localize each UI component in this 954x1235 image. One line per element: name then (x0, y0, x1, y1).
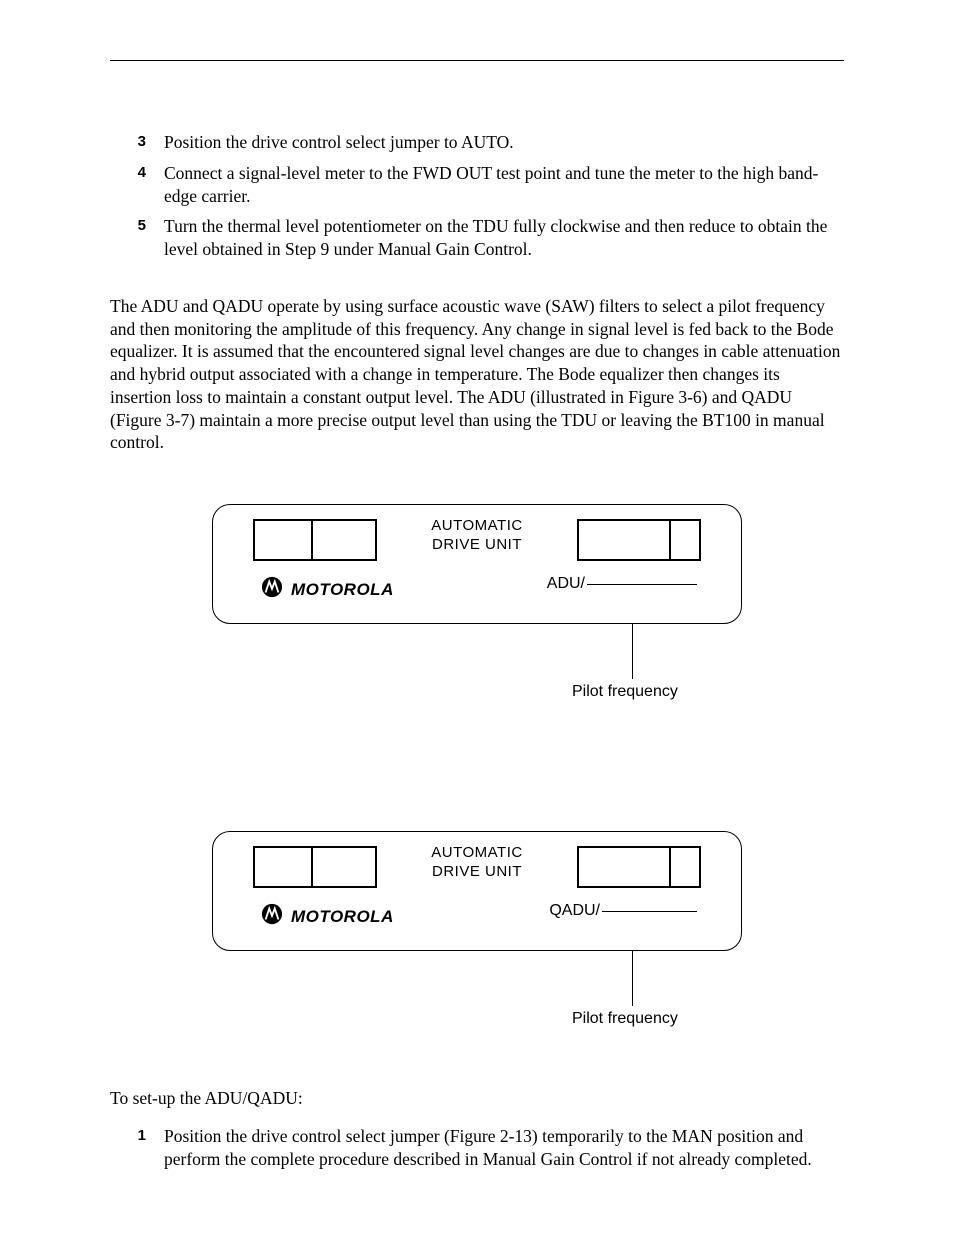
leader-line (632, 951, 633, 1006)
list-item: 5 Turn the thermal level potentiometer o… (132, 215, 844, 261)
step-number: 4 (132, 162, 146, 181)
qadu-panel: AUTOMATIC DRIVE UNIT MOTOROLA QADU/ (212, 831, 742, 951)
panel-title-line2: DRIVE UNIT (432, 863, 522, 880)
body-paragraph: The ADU and QADU operate by using surfac… (110, 295, 844, 454)
list-item: 1 Position the drive control select jump… (132, 1125, 844, 1171)
header-rule (110, 60, 844, 61)
model-prefix: ADU/ (547, 575, 585, 592)
procedure-list-b: 1 Position the drive control select jump… (110, 1125, 844, 1171)
panel-title-line1: AUTOMATIC (431, 844, 522, 861)
panel-title: AUTOMATIC DRIVE UNIT (213, 517, 741, 555)
figure-adu: AUTOMATIC DRIVE UNIT MOTOROLA ADU/ Pilot… (212, 504, 742, 701)
panel-title-line1: AUTOMATIC (431, 517, 522, 534)
list-item: 4 Connect a signal-level meter to the FW… (132, 162, 844, 208)
figure-caption: Pilot frequency (572, 683, 742, 701)
blank-line (587, 584, 697, 585)
brand-text: MOTOROLA (291, 907, 394, 927)
model-label-adu: ADU/ (547, 575, 697, 593)
list-item: 3 Position the drive control select jump… (132, 131, 844, 154)
step-text: Position the drive control select jumper… (164, 1125, 844, 1171)
step-number: 3 (132, 131, 146, 150)
brand-logo: MOTOROLA (261, 576, 394, 603)
step-number: 1 (132, 1125, 146, 1144)
setup-intro: To set-up the ADU/QADU: (110, 1088, 844, 1109)
blank-line (602, 911, 697, 912)
page: 3 Position the drive control select jump… (0, 0, 954, 1235)
figure-caption: Pilot frequency (572, 1010, 742, 1028)
step-text: Connect a signal-level meter to the FWD … (164, 162, 844, 208)
step-number: 5 (132, 215, 146, 234)
model-label-qadu: QADU/ (549, 902, 697, 920)
motorola-icon (261, 903, 283, 930)
procedure-list-a: 3 Position the drive control select jump… (110, 131, 844, 261)
panel-title: AUTOMATIC DRIVE UNIT (213, 844, 741, 882)
step-text: Position the drive control select jumper… (164, 131, 844, 154)
leader-line (632, 624, 633, 679)
brand-text: MOTOROLA (291, 580, 394, 600)
motorola-icon (261, 576, 283, 603)
adu-panel: AUTOMATIC DRIVE UNIT MOTOROLA ADU/ (212, 504, 742, 624)
model-prefix: QADU/ (549, 902, 600, 919)
step-text: Turn the thermal level potentiometer on … (164, 215, 844, 261)
brand-logo: MOTOROLA (261, 903, 394, 930)
figure-qadu: AUTOMATIC DRIVE UNIT MOTOROLA QADU/ Pilo… (212, 831, 742, 1028)
panel-title-line2: DRIVE UNIT (432, 536, 522, 553)
